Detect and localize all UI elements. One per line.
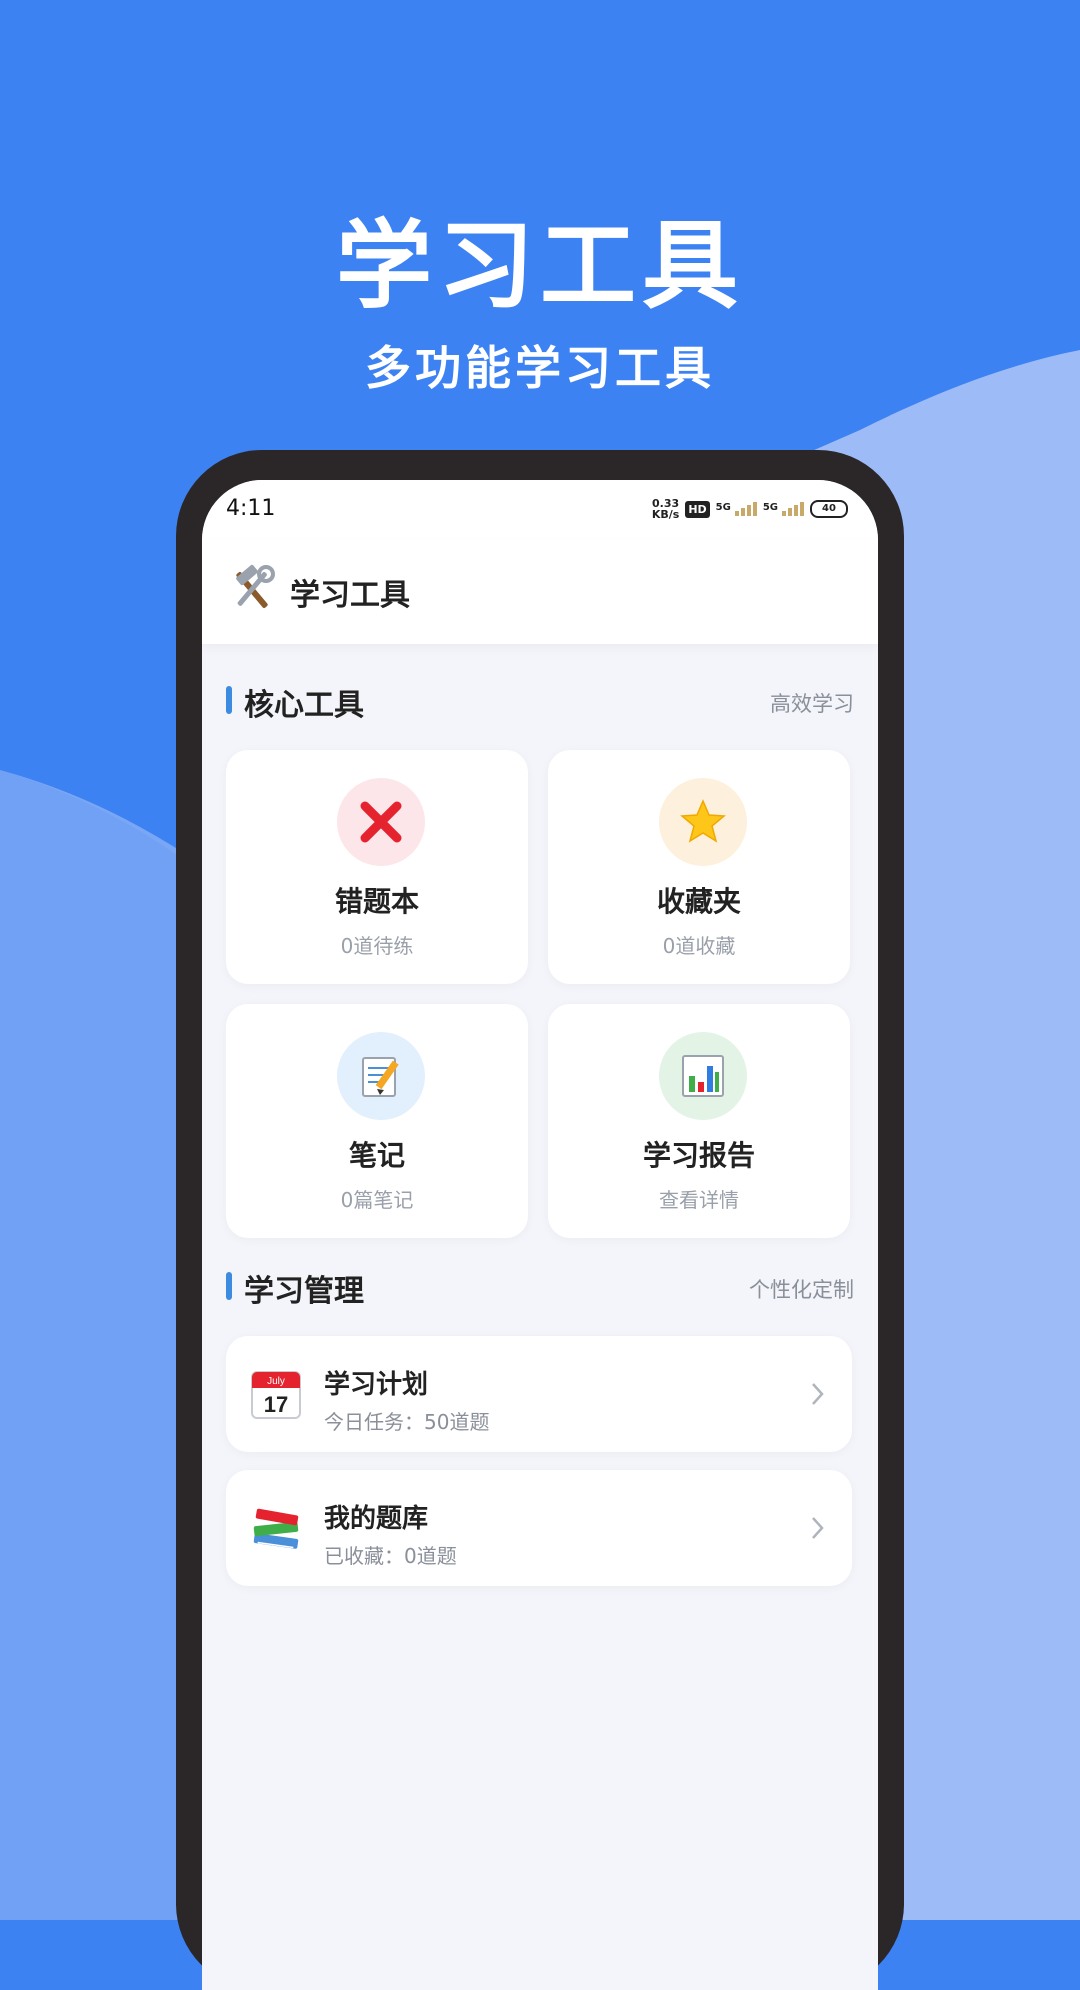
signal-icon: 5G bbox=[716, 502, 757, 516]
card-favorites[interactable]: 收藏夹 0道收藏 bbox=[548, 750, 850, 984]
section-core-tools: 核心工具 高效学习 bbox=[226, 680, 854, 723]
card-subtitle: 0篇笔记 bbox=[340, 1188, 414, 1212]
chevron-right-icon bbox=[812, 1517, 824, 1539]
books-icon bbox=[253, 1508, 299, 1549]
card-title: 学习报告 bbox=[642, 1139, 755, 1172]
status-bar: 4:11 0.33 KB/s HD 5G 5G 40 bbox=[202, 480, 878, 540]
svg-text:July: July bbox=[267, 1376, 285, 1387]
hero-subtitle: 多功能学习工具 bbox=[365, 341, 715, 395]
card-icon-bg bbox=[337, 778, 425, 866]
status-icons: 0.33 KB/s HD 5G 5G 40 bbox=[652, 498, 848, 520]
calendar-icon: July 17 bbox=[251, 1371, 301, 1419]
signal-icon-2: 5G bbox=[763, 502, 804, 516]
app-bar: 学习工具 bbox=[202, 540, 878, 644]
section-title: 学习管理 bbox=[244, 1274, 364, 1309]
row-subtitle: 今日任务：50道题 bbox=[324, 1410, 490, 1434]
card-subtitle: 查看详情 bbox=[659, 1188, 739, 1212]
row-my-question-bank[interactable]: 我的题库 已收藏：0道题 bbox=[226, 1470, 852, 1586]
section-study-management: 学习管理 个性化定制 bbox=[226, 1266, 854, 1309]
section-link[interactable]: 高效学习 bbox=[770, 688, 854, 718]
svg-text:17: 17 bbox=[264, 1392, 288, 1417]
card-notes[interactable]: 笔记 0篇笔记 bbox=[226, 1004, 528, 1238]
row-study-plan[interactable]: July 17 学习计划 今日任务：50道题 bbox=[226, 1336, 852, 1452]
hero-title: 学习工具 bbox=[336, 210, 744, 322]
card-study-report[interactable]: 学习报告 查看详情 bbox=[548, 1004, 850, 1238]
phone-screen: 4:11 0.33 KB/s HD 5G 5G 40 学习工具 核心工具 高效学… bbox=[202, 480, 878, 1990]
row-title: 学习计划 bbox=[324, 1370, 429, 1400]
card-icon-bg bbox=[337, 1032, 425, 1120]
hd-badge: HD bbox=[685, 500, 710, 518]
card-title: 笔记 bbox=[348, 1139, 405, 1172]
star-icon bbox=[680, 799, 726, 843]
row-subtitle: 已收藏：0道题 bbox=[324, 1544, 457, 1568]
bar-chart-icon bbox=[682, 1055, 724, 1097]
battery-icon: 40 bbox=[810, 500, 848, 518]
section-accent-bar bbox=[226, 686, 232, 714]
card-subtitle: 0道待练 bbox=[340, 934, 414, 958]
card-title: 错题本 bbox=[334, 885, 419, 918]
section-accent-bar bbox=[226, 1272, 232, 1300]
card-title: 收藏夹 bbox=[656, 885, 741, 918]
app-title: 学习工具 bbox=[290, 578, 410, 613]
memo-pencil-icon bbox=[362, 1057, 399, 1097]
card-mistake-book[interactable]: 错题本 0道待练 bbox=[226, 750, 528, 984]
row-title: 我的题库 bbox=[324, 1504, 429, 1534]
status-time: 4:11 bbox=[226, 496, 276, 521]
network-speed: 0.33 KB/s bbox=[651, 497, 680, 521]
phone-frame: 4:11 0.33 KB/s HD 5G 5G 40 学习工具 核心工具 高效学… bbox=[176, 450, 904, 1990]
section-title: 核心工具 bbox=[244, 688, 364, 723]
section-link[interactable]: 个性化定制 bbox=[749, 1274, 854, 1304]
chevron-right-icon bbox=[812, 1383, 824, 1405]
card-icon-bg bbox=[659, 1032, 747, 1120]
card-icon-bg bbox=[659, 778, 747, 866]
card-subtitle: 0道收藏 bbox=[662, 934, 736, 958]
cross-mark-icon bbox=[360, 801, 402, 843]
hammer-wrench-icon bbox=[236, 564, 275, 608]
